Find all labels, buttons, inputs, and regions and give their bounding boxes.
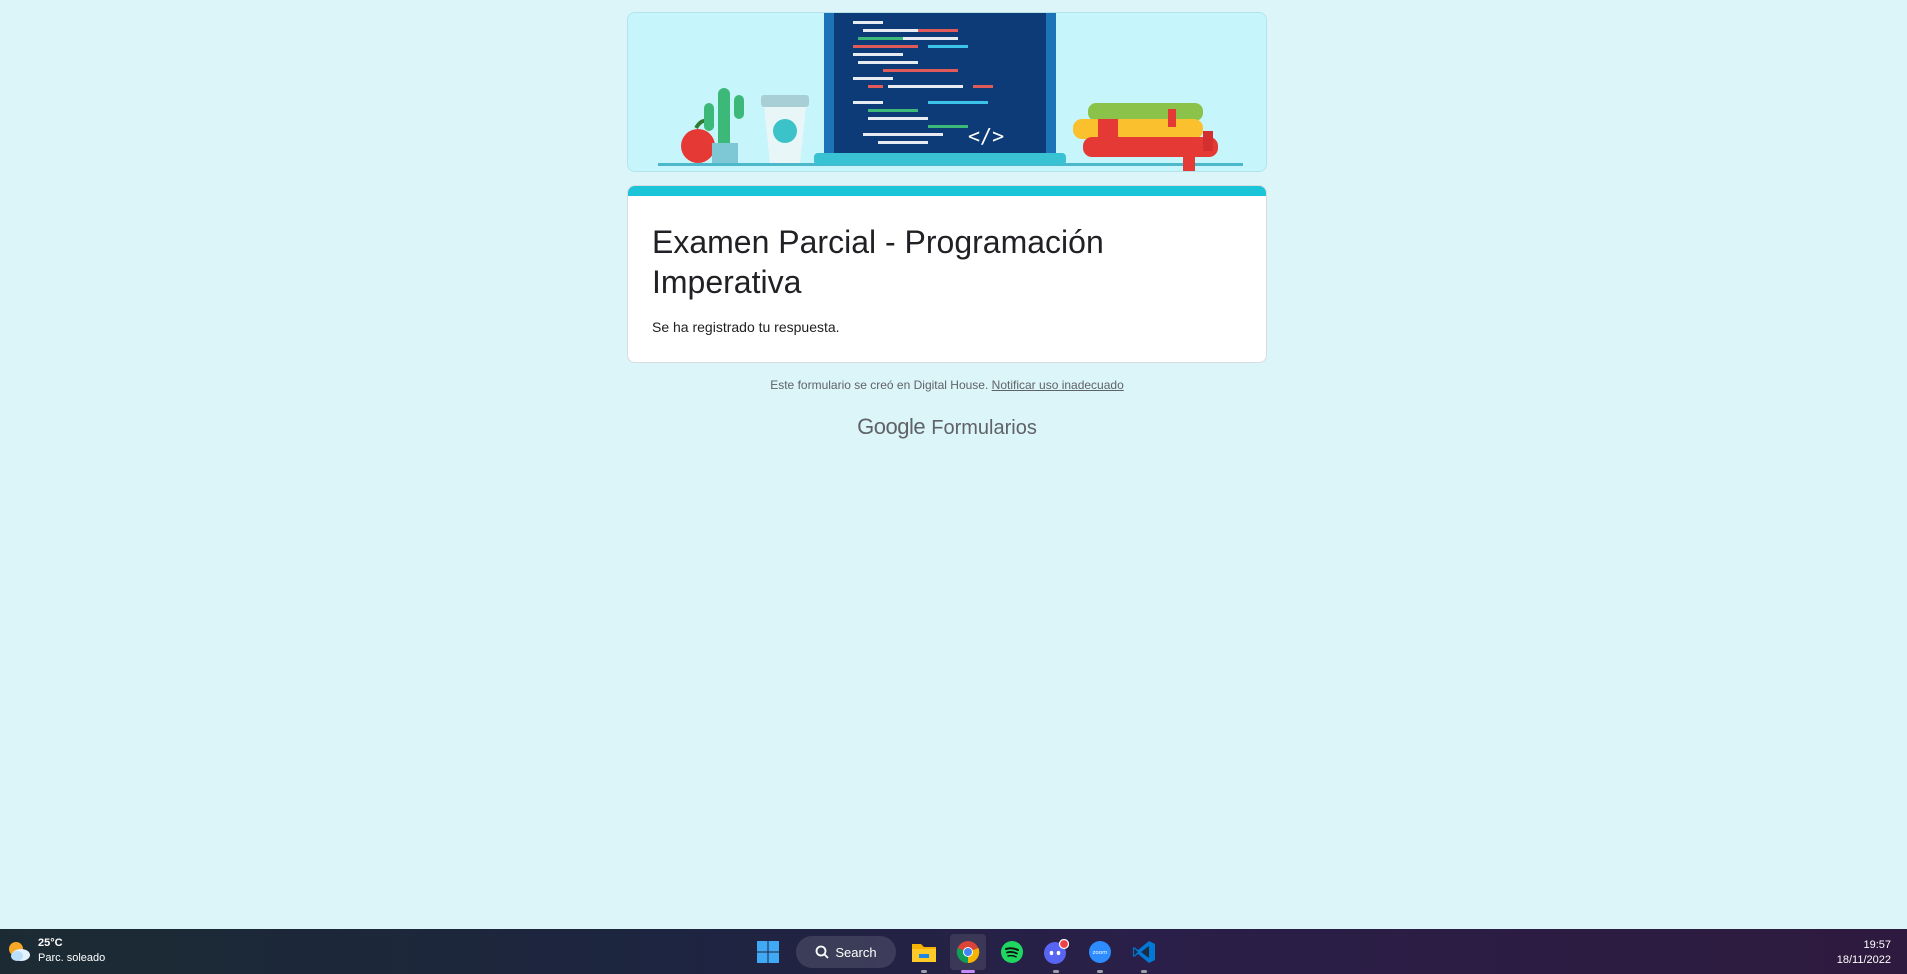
svg-text:zoom: zoom xyxy=(1093,950,1108,956)
system-clock[interactable]: 19:57 18/11/2022 xyxy=(1837,938,1891,968)
file-explorer-button[interactable] xyxy=(906,934,942,973)
vscode-icon xyxy=(1133,941,1155,963)
google-forms-logo[interactable]: Google Formularios xyxy=(0,414,1894,440)
discord-icon xyxy=(1044,939,1069,964)
zoom-icon: zoom xyxy=(1089,941,1111,963)
running-indicator xyxy=(1097,970,1103,973)
form-footer-note: Este formulario se creó en Digital House… xyxy=(0,378,1894,392)
clock-time: 19:57 xyxy=(1863,939,1891,951)
weather-condition: Parc. soleado xyxy=(38,952,106,964)
search-label: Search xyxy=(835,944,877,960)
brand-product: Formularios xyxy=(931,417,1037,439)
windows-logo-icon xyxy=(757,941,779,963)
books-icon xyxy=(1088,103,1203,121)
spotify-icon xyxy=(1001,941,1023,963)
chrome-button[interactable] xyxy=(950,934,986,973)
svg-text:</>: </> xyxy=(968,124,1004,148)
spotify-button[interactable] xyxy=(994,934,1030,970)
coffee-cup-icon xyxy=(761,95,809,107)
running-indicator xyxy=(1053,970,1059,973)
active-indicator xyxy=(961,970,975,973)
chrome-icon xyxy=(956,941,980,964)
confirmation-card: Examen Parcial - Programación Imperativa… xyxy=(627,185,1267,363)
partly-sunny-icon xyxy=(9,942,30,961)
card-accent-bar xyxy=(628,186,1266,196)
taskbar-search-button[interactable]: Search xyxy=(796,936,896,968)
zoom-button[interactable]: zoom xyxy=(1082,934,1118,973)
start-button[interactable] xyxy=(750,934,786,970)
apple-icon xyxy=(681,129,715,163)
taskbar-apps: Search zoom xyxy=(746,934,1166,973)
weather-temperature: 25°C xyxy=(38,937,63,949)
confirmation-message: Se ha registrado tu respuesta. xyxy=(652,319,840,335)
running-indicator xyxy=(1141,970,1147,973)
discord-button[interactable] xyxy=(1038,934,1074,973)
clock-date: 18/11/2022 xyxy=(1836,954,1891,966)
report-abuse-link[interactable]: Notificar uso inadecuado xyxy=(992,378,1124,392)
folder-icon xyxy=(912,944,936,962)
weather-widget[interactable]: 25°C Parc. soleado xyxy=(6,936,105,966)
creator-note: Este formulario se creó en Digital House… xyxy=(770,378,989,392)
running-indicator xyxy=(921,970,927,973)
form-header-banner: </> xyxy=(627,12,1267,172)
vscode-button[interactable] xyxy=(1126,934,1162,973)
form-page: </> Examen Parcial - Programación Impera… xyxy=(0,0,1907,929)
windows-taskbar: 25°C Parc. soleado Search zoom 19:57 18/… xyxy=(0,929,1907,974)
search-icon xyxy=(815,945,830,959)
brand-google: Google xyxy=(857,414,926,439)
coding-illustration: </> xyxy=(628,13,1266,171)
form-title: Examen Parcial - Programación Imperativa xyxy=(652,224,1104,300)
